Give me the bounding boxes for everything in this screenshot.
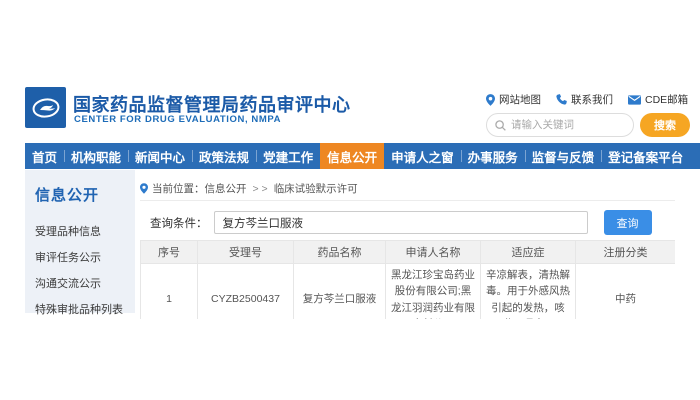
search-icon bbox=[495, 120, 506, 131]
col-header-registration-category: 注册分类 bbox=[576, 241, 676, 264]
sidebar: 信息公开 受理品种信息 审评任务公示 沟通交流公示 特殊审批品种列表 bbox=[25, 170, 135, 313]
query-condition-input[interactable] bbox=[214, 211, 588, 234]
header-quick-links: 网站地图 联系我们 CDE邮箱 bbox=[486, 92, 686, 107]
sidebar-item-communication[interactable]: 沟通交流公示 bbox=[35, 271, 135, 297]
search-button[interactable]: 搜索 bbox=[640, 113, 690, 137]
page: 国家药品监督管理局药品审评中心 CENTER FOR DRUG EVALUATI… bbox=[0, 0, 700, 400]
breadcrumb-current-page: 临床试验默示许可 bbox=[274, 181, 358, 196]
breadcrumb-current-section[interactable]: 当前位置：信息公开 bbox=[152, 181, 247, 196]
cde-mailbox-label: CDE邮箱 bbox=[645, 92, 688, 107]
nav-item-functions[interactable]: 机构职能 bbox=[64, 143, 128, 169]
col-header-drug-name: 药品名称 bbox=[294, 241, 386, 264]
col-header-seq: 序号 bbox=[141, 241, 198, 264]
nav-item-services[interactable]: 办事服务 bbox=[461, 143, 525, 169]
breadcrumb-separator: > > bbox=[253, 183, 268, 195]
table-row: 1 CYZB2500437 复方芩兰口服液 黑龙江珍宝岛药业股份有限公司;黑龙江… bbox=[141, 264, 676, 320]
nav-item-news[interactable]: 新闻中心 bbox=[128, 143, 192, 169]
cde-logo[interactable] bbox=[25, 87, 66, 128]
site-map-label: 网站地图 bbox=[499, 92, 541, 107]
main-nav: 首页 机构职能 新闻中心 政策法规 党建工作 信息公开 申请人之窗 办事服务 监… bbox=[25, 143, 700, 169]
query-button[interactable]: 查询 bbox=[604, 210, 652, 235]
nav-item-policies[interactable]: 政策法规 bbox=[192, 143, 256, 169]
cell-seq: 1 bbox=[141, 264, 198, 320]
sidebar-title: 信息公开 bbox=[35, 184, 135, 205]
keyword-search-input[interactable] bbox=[511, 119, 621, 131]
cde-mailbox-link[interactable]: CDE邮箱 bbox=[628, 92, 688, 107]
query-form: 查询条件： 查询 bbox=[150, 210, 675, 235]
contact-us-link[interactable]: 联系我们 bbox=[556, 92, 613, 107]
cell-applicant: 黑龙江珍宝岛药业股份有限公司;黑龙江羽润药业有限责任公司 bbox=[386, 264, 481, 320]
panel-divider bbox=[140, 200, 675, 201]
contact-us-label: 联系我们 bbox=[571, 92, 613, 107]
nav-item-registration-platform[interactable]: 登记备案平台 bbox=[601, 143, 690, 169]
table-header-row: 序号 受理号 药品名称 申请人名称 适应症 注册分类 bbox=[141, 241, 676, 264]
cell-indication: 辛凉解表，清热解毒。用于外感风热引起的发热，咳嗽，咽痛。 bbox=[481, 264, 576, 320]
results-table: 序号 受理号 药品名称 申请人名称 适应症 注册分类 1 CYZB2500437… bbox=[140, 240, 675, 319]
search-field-wrap bbox=[486, 113, 634, 137]
results-table-wrap: 序号 受理号 药品名称 申请人名称 适应症 注册分类 1 CYZB2500437… bbox=[140, 240, 675, 319]
sidebar-item-special-approval-list[interactable]: 特殊审批品种列表 bbox=[35, 297, 135, 323]
swan-logo-icon bbox=[30, 92, 62, 124]
nav-item-applicant-window[interactable]: 申请人之窗 bbox=[384, 143, 461, 169]
cell-registration-category: 中药 bbox=[576, 264, 676, 320]
sidebar-item-accepted-varieties[interactable]: 受理品种信息 bbox=[35, 219, 135, 245]
phone-icon bbox=[556, 94, 567, 105]
site-map-link[interactable]: 网站地图 bbox=[486, 92, 541, 107]
breadcrumb-pin-icon bbox=[140, 183, 148, 194]
cell-acceptance-no: CYZB2500437 bbox=[198, 264, 294, 320]
col-header-applicant: 申请人名称 bbox=[386, 241, 481, 264]
nav-item-party-building[interactable]: 党建工作 bbox=[256, 143, 320, 169]
query-condition-label: 查询条件： bbox=[150, 215, 208, 231]
nav-item-home[interactable]: 首页 bbox=[25, 143, 64, 169]
site-subtitle: CENTER FOR DRUG EVALUATION, NMPA bbox=[74, 114, 281, 125]
col-header-indication: 适应症 bbox=[481, 241, 576, 264]
sidebar-menu: 受理品种信息 审评任务公示 沟通交流公示 特殊审批品种列表 bbox=[35, 219, 135, 323]
nav-item-information-disclosure[interactable]: 信息公开 bbox=[320, 143, 384, 169]
col-header-acceptance-no: 受理号 bbox=[198, 241, 294, 264]
breadcrumb: 当前位置：信息公开 > > 临床试验默示许可 bbox=[140, 181, 358, 196]
sidebar-item-review-tasks[interactable]: 审评任务公示 bbox=[35, 245, 135, 271]
nav-item-supervision-feedback[interactable]: 监督与反馈 bbox=[525, 143, 602, 169]
location-pin-icon bbox=[486, 94, 495, 106]
mail-icon bbox=[628, 95, 641, 105]
header-search: 搜索 bbox=[486, 113, 690, 137]
cell-drug-name: 复方芩兰口服液 bbox=[294, 264, 386, 320]
